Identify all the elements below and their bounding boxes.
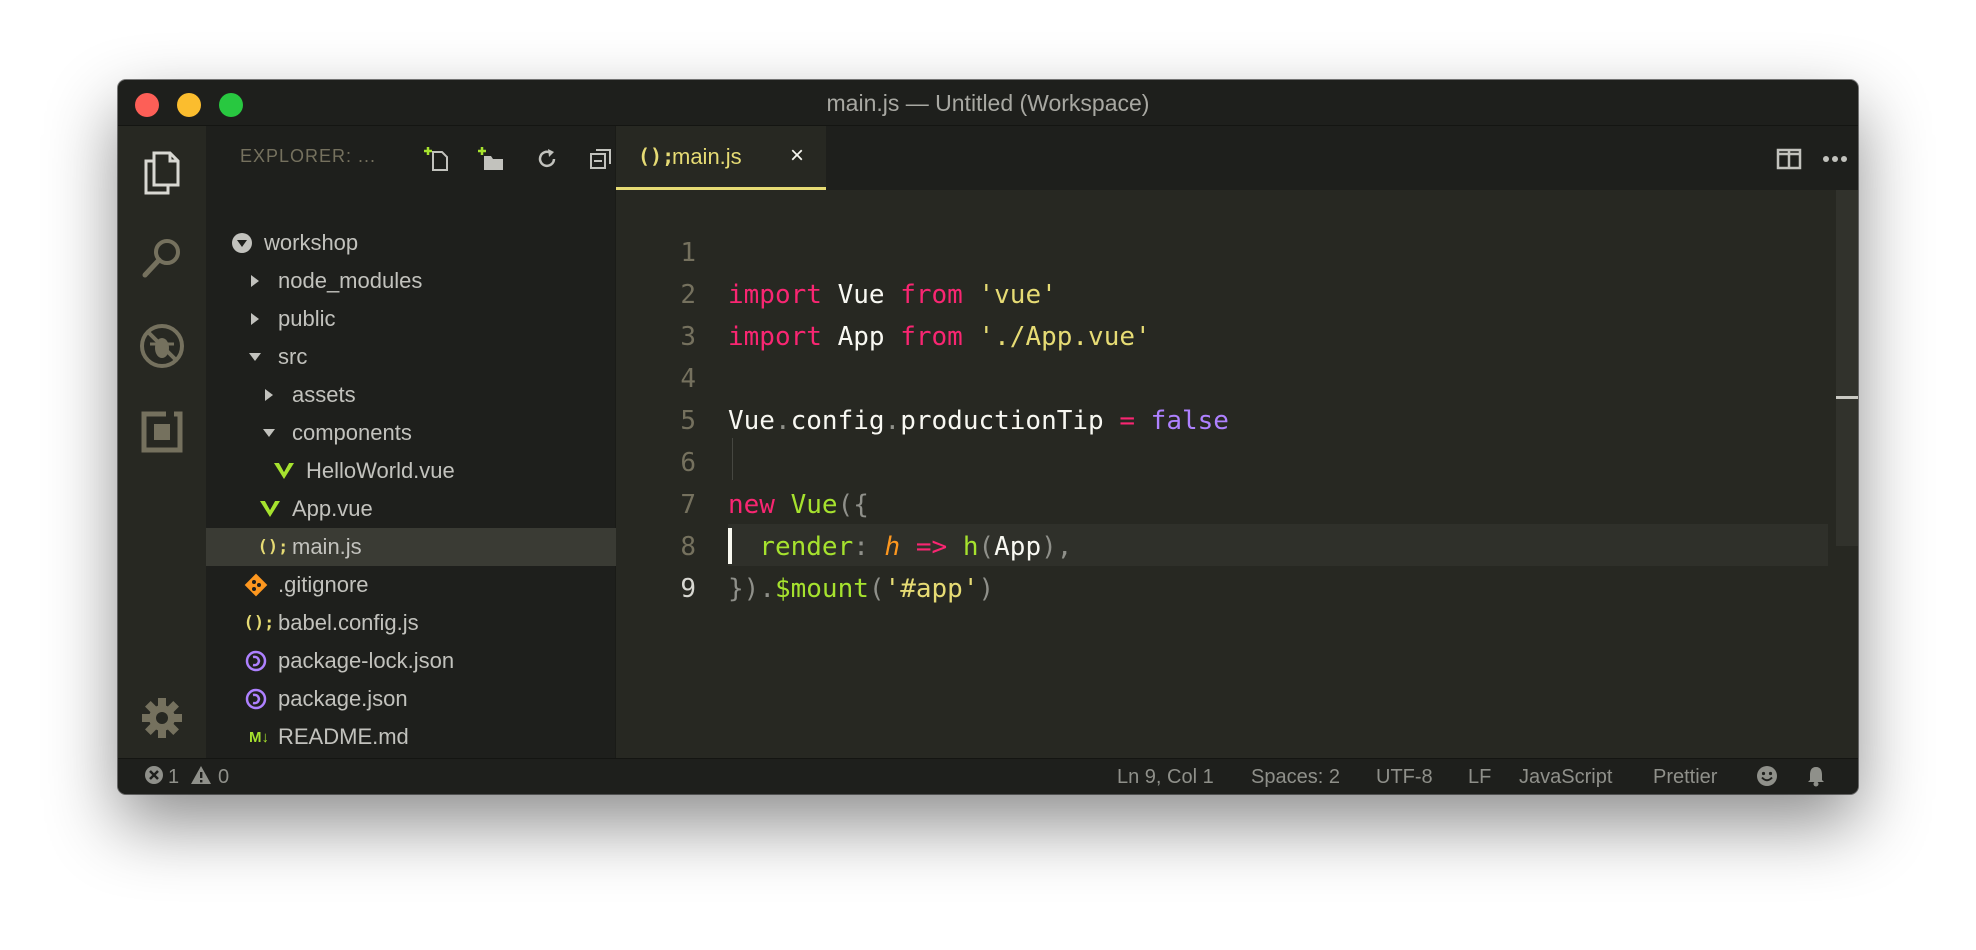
line-number: 9: [680, 574, 696, 604]
text-cursor: [728, 528, 732, 564]
chevron-down-icon: [262, 426, 276, 440]
code-line: 6 new Vue({: [616, 400, 1816, 520]
encoding-status[interactable]: UTF-8: [1376, 766, 1433, 789]
editor-window: main.js — Untitled (Workspace) EXPLORER:…: [118, 80, 1858, 794]
tree-item-app-vue[interactable]: App.vue: [206, 490, 616, 528]
tree-item-label: src: [278, 344, 308, 369]
status-bar: 1 0 Ln 9, Col 1 Spaces: 2 UTF-8 LF JavaS…: [118, 758, 1858, 794]
tree-item-public[interactable]: public: [206, 300, 616, 338]
tree-item-label: node_modules: [278, 268, 423, 293]
debug-icon[interactable]: [136, 320, 188, 372]
language-mode[interactable]: JavaScript: [1519, 766, 1612, 789]
window-title: main.js — Untitled (Workspace): [826, 90, 1150, 116]
cursor-position[interactable]: Ln 9, Col 1: [1117, 766, 1214, 789]
refresh-icon[interactable]: [532, 144, 562, 174]
tree-item-label: HelloWorld.vue: [306, 458, 455, 483]
tree-item-assets[interactable]: assets: [206, 376, 616, 414]
js-icon: ();: [243, 613, 275, 633]
error-icon[interactable]: [144, 765, 164, 791]
new-folder-icon[interactable]: [476, 144, 506, 174]
tab-main-js[interactable]: (); main.js ×: [616, 126, 826, 190]
notification-bell-icon[interactable]: [1806, 765, 1826, 793]
json-icon: [242, 685, 270, 713]
tree-item-package-json[interactable]: package.json: [206, 680, 616, 718]
tree-item-node-modules[interactable]: node_modules: [206, 262, 616, 300]
more-icon[interactable]: [1820, 144, 1850, 174]
extensions-icon[interactable]: [136, 406, 188, 458]
explorer-sidebar: EXPLORER: ... workshop node_modules publ…: [206, 126, 616, 758]
tree-item-label: README.md: [278, 724, 409, 749]
code-line: 7 render: h => h(App),: [616, 442, 1816, 562]
vue-icon: [256, 495, 284, 523]
editor-tab-bar: (); main.js ×: [616, 126, 1858, 190]
warning-icon[interactable]: [190, 765, 212, 791]
tree-item-components[interactable]: components: [206, 414, 616, 452]
tree-item-label: workshop: [264, 230, 359, 255]
tree-item-label: assets: [292, 382, 356, 407]
prettier-status[interactable]: Prettier: [1653, 766, 1717, 789]
tree-item-label: babel.config.js: [278, 610, 419, 635]
json-icon: [242, 647, 270, 675]
code-line: 4 Vue.config.productionTip = false: [616, 316, 1816, 436]
eol-status[interactable]: LF: [1468, 766, 1491, 789]
js-icon: ();: [257, 537, 289, 557]
chevron-right-icon: [248, 312, 262, 326]
git-icon: [242, 571, 270, 599]
js-icon: ();: [638, 144, 675, 168]
code-line: 8 }).$mount('#app'): [616, 484, 1816, 604]
tree-item-label: main.js: [292, 534, 362, 559]
tree-item-readme-md[interactable]: M↓ README.md: [206, 718, 616, 756]
code-line: 3: [616, 274, 1816, 352]
title-bar: main.js — Untitled (Workspace): [118, 80, 1858, 126]
tree-item-label: package.json: [278, 686, 408, 711]
tree-root-workshop[interactable]: workshop: [206, 224, 616, 262]
code-line: 1 import Vue from 'vue': [616, 190, 1816, 310]
vue-icon: [270, 457, 298, 485]
feedback-smiley-icon[interactable]: [1756, 765, 1778, 793]
tree-item-label: .gitignore: [278, 572, 369, 597]
new-file-icon[interactable]: [422, 144, 452, 174]
scrollbar-position-marker: [1836, 396, 1858, 399]
code-line: 5: [616, 358, 1816, 436]
chevron-right-icon: [248, 274, 262, 288]
chevron-down-circle-icon: [228, 229, 256, 257]
collapse-all-icon[interactable]: [586, 144, 616, 174]
code-editor[interactable]: 1 import Vue from 'vue' 2 import App fro…: [616, 190, 1858, 758]
explorer-title: EXPLORER: ...: [240, 146, 377, 166]
activity-bar: [118, 126, 206, 758]
tree-item-label: public: [278, 306, 336, 331]
code-line: 2 import App from './App.vue': [616, 232, 1816, 352]
files-icon[interactable]: [136, 146, 188, 198]
tree-item-main-js[interactable]: (); main.js: [206, 528, 616, 566]
chevron-right-icon: [262, 388, 276, 402]
tree-item-label: package-lock.json: [278, 648, 455, 673]
code-text: }).$mount('#app'): [728, 574, 995, 604]
close-tab-icon[interactable]: ×: [790, 142, 804, 170]
editor-scrollbar[interactable]: [1836, 190, 1858, 546]
tree-item-helloworld-vue[interactable]: HelloWorld.vue: [206, 452, 616, 490]
warning-count[interactable]: 0: [218, 766, 229, 789]
tree-item-babel-config[interactable]: (); babel.config.js: [206, 604, 616, 642]
gear-icon[interactable]: [136, 692, 188, 744]
tree-item-src[interactable]: src: [206, 338, 616, 376]
tree-item-gitignore[interactable]: .gitignore: [206, 566, 616, 604]
tree-item-label: components: [292, 420, 412, 445]
tree-item-package-lock-json[interactable]: package-lock.json: [206, 642, 616, 680]
markdown-icon: M↓: [249, 728, 269, 746]
error-count[interactable]: 1: [168, 766, 179, 789]
tree-item-label: App.vue: [292, 496, 373, 521]
search-icon[interactable]: [136, 232, 188, 284]
split-editor-icon[interactable]: [1774, 144, 1804, 174]
chevron-down-icon: [248, 350, 262, 364]
indentation-status[interactable]: Spaces: 2: [1251, 766, 1340, 789]
tab-label: main.js: [672, 144, 742, 169]
explorer-header: EXPLORER: ...: [206, 126, 615, 190]
code-line: 9: [616, 526, 1816, 604]
